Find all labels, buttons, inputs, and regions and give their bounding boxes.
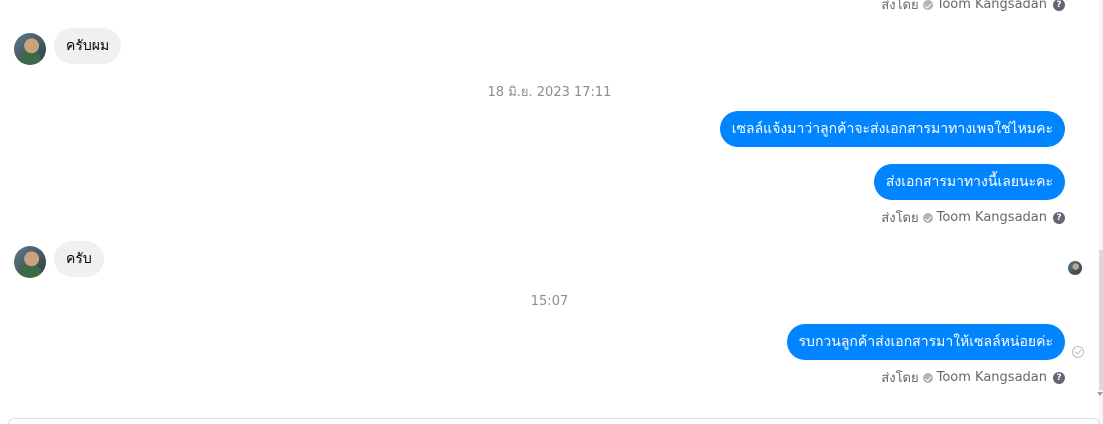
sent-by-label: ส่งโดย Toom Kangsadan ? — [881, 367, 1065, 388]
incoming-message[interactable]: ครับ — [54, 241, 104, 277]
sent-by-name[interactable]: Toom Kangsadan — [937, 210, 1047, 225]
seen-avatar-icon — [1068, 261, 1082, 275]
help-icon[interactable]: ? — [1053, 371, 1065, 384]
sent-status-icon — [1072, 346, 1084, 358]
scroll-down-icon[interactable] — [1097, 392, 1103, 396]
incoming-message[interactable]: ครับผม — [54, 28, 122, 64]
message-timestamp: 15:07 — [530, 294, 569, 309]
sent-by-label: ส่งโดย Toom Kangsadan ? — [881, 0, 1065, 15]
contact-avatar[interactable] — [14, 33, 46, 65]
verified-icon — [922, 0, 933, 10]
sent-by-name[interactable]: Toom Kangsadan — [937, 0, 1047, 12]
sent-by-prefix: ส่งโดย — [881, 211, 919, 226]
verified-icon — [922, 212, 933, 223]
sent-by-name[interactable]: Toom Kangsadan — [937, 370, 1047, 385]
scrollbar-thumb[interactable] — [1099, 250, 1103, 390]
help-icon[interactable]: ? — [1053, 0, 1065, 11]
message-composer[interactable] — [8, 418, 1100, 424]
outgoing-message[interactable]: ส่งเอกสารมาทางนี้เลยนะคะ — [873, 164, 1065, 200]
outgoing-message[interactable]: รบกวนลูกค้าส่งเอกสารมาให้เซลล์หน่อยค่ะ — [786, 324, 1065, 360]
sent-by-prefix: ส่งโดย — [881, 371, 919, 386]
contact-avatar[interactable] — [14, 246, 46, 278]
message-timestamp: 18 มิ.ย. 2023 17:11 — [487, 85, 612, 100]
sent-by-label: ส่งโดย Toom Kangsadan ? — [881, 207, 1065, 228]
outgoing-message[interactable]: เซลล์แจ้งมาว่าลูกค้าจะส่งเอกสารมาทางเพจใ… — [719, 111, 1065, 147]
verified-icon — [922, 372, 933, 383]
help-icon[interactable]: ? — [1053, 211, 1065, 224]
sent-by-prefix: ส่งโดย — [881, 0, 919, 13]
chat-thread: ส่งโดย Toom Kangsadan ? ครับผม 18 มิ.ย. … — [0, 0, 1103, 424]
